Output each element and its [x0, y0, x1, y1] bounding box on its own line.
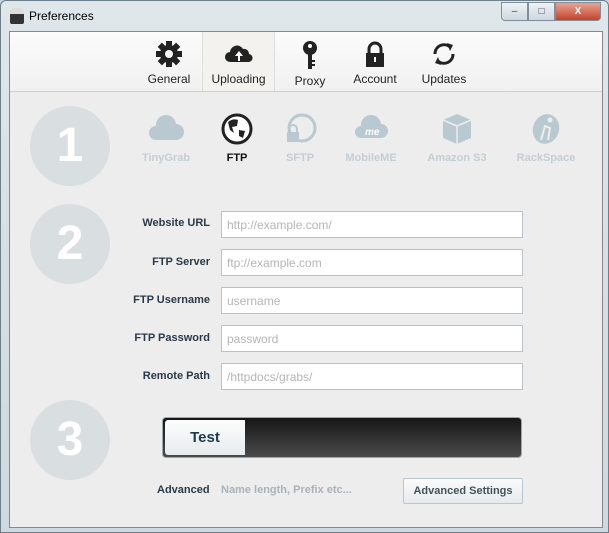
service-tinygrab[interactable]: TinyGrab [126, 112, 206, 164]
remote-path-label: Remote Path [142, 370, 210, 382]
svg-text:me: me [365, 127, 380, 138]
cloud-upload-icon [224, 45, 253, 63]
test-button[interactable]: Test [165, 420, 245, 455]
ftp-username-input[interactable] [221, 287, 523, 314]
window-title: Preferences [29, 9, 94, 23]
tab-general[interactable]: General [140, 32, 198, 91]
tab-proxy[interactable]: Proxy [288, 32, 332, 91]
ftp-server-input[interactable] [221, 249, 523, 276]
step-2-badge: 2 [30, 204, 110, 284]
secure-globe-icon [287, 113, 317, 143]
advanced-label: Advanced [157, 484, 210, 496]
service-sftp[interactable]: SFTP [260, 112, 340, 164]
maximize-button[interactable]: □ [528, 2, 555, 21]
box-icon [442, 114, 472, 144]
tab-label: Account [353, 72, 397, 86]
service-rackspace[interactable]: RackSpace [506, 112, 586, 164]
key-icon [303, 41, 317, 69]
service-label: Amazon S3 [427, 152, 487, 164]
tab-label: Proxy [294, 74, 326, 88]
service-label: MobileME [345, 152, 397, 164]
service-label: SFTP [285, 152, 315, 164]
website-url-label: Website URL [142, 217, 210, 229]
advanced-hint: Name length, Prefix etc... [221, 484, 352, 496]
test-connection-bar: Test [162, 417, 522, 458]
step-1-badge: 1 [30, 106, 110, 186]
toolbar: General Uploading Proxy Account Updates [10, 32, 602, 92]
remote-path-input[interactable] [221, 363, 523, 390]
service-mobileme[interactable]: me MobileME [331, 112, 411, 164]
app-icon [10, 8, 24, 24]
service-label: TinyGrab [141, 152, 191, 164]
service-label: RackSpace [516, 152, 576, 164]
lock-icon [366, 41, 384, 67]
tab-account[interactable]: Account [346, 32, 404, 91]
refresh-icon [433, 43, 455, 65]
content-panel: General Uploading Proxy Account Updates … [9, 31, 603, 528]
cloud-icon [149, 114, 184, 140]
advanced-settings-button[interactable]: Advanced Settings [403, 478, 523, 504]
service-amazon-s3[interactable]: Amazon S3 [417, 112, 497, 164]
tab-label: General [147, 72, 191, 86]
tab-label: Updates [421, 72, 467, 86]
service-label: FTP [226, 152, 248, 164]
ftp-server-label: FTP Server [152, 256, 210, 268]
rackspace-icon [532, 114, 560, 144]
ftp-password-input[interactable] [221, 325, 523, 352]
close-button[interactable]: X [555, 2, 601, 21]
ftp-password-label: FTP Password [134, 332, 210, 344]
ftp-username-label: FTP Username [133, 294, 210, 306]
globe-icon [221, 113, 253, 145]
tab-updates[interactable]: Updates [414, 32, 474, 91]
gear-icon [156, 41, 182, 67]
minimize-button[interactable]: – [501, 2, 528, 21]
step-3-badge: 3 [30, 400, 110, 480]
website-url-input[interactable] [221, 211, 523, 238]
tab-uploading[interactable]: Uploading [202, 32, 275, 91]
mobileme-icon: me [355, 114, 388, 138]
preferences-window: Preferences – □ X General Uploading Prox… [0, 0, 609, 533]
tab-label: Uploading [211, 72, 266, 86]
